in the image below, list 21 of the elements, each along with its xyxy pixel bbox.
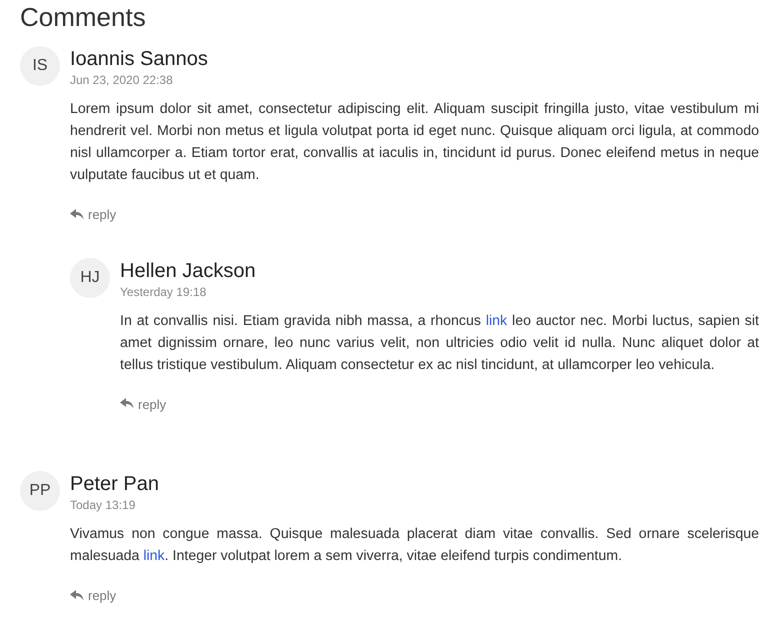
avatar: HJ [70, 258, 110, 298]
comment-date: Jun 23, 2020 22:38 [70, 72, 174, 88]
reply-link[interactable]: reply [120, 396, 166, 412]
reply-link[interactable]: reply [70, 207, 116, 222]
reply-arrow-icon [70, 208, 84, 220]
comment-text: In at convallis nisi. Etiam gravida nibh massa, a rhoncus link leo auctor nec. Morbi luctus, sapien sit amet dignissim ornare, leo nunc varius velit, non ultricies odio velit id nulla. Nunc aliquet dolor at tellus tristique vestibulum. Aliquam consectetur ex ac nisl tincidunt, at ullamcorper leo vehicula. [120, 312, 759, 374]
comment-date: Yesterday 19:18 [120, 284, 208, 300]
avatar: PP [20, 471, 60, 511]
comment-date: Today 13:19 [70, 497, 136, 513]
comment-text: Vivamus non congue massa. Quisque malesuada placerat diam vitae convallis. Sed ornare scelerisque malesuada link. Integer volutpat lorem a sem viverra, vitae eleifend turpis condimentum. [70, 525, 759, 566]
author-name: Ioannis Sannos [70, 47, 209, 72]
reply-arrow-icon [70, 590, 84, 602]
link[interactable]: link [143, 548, 165, 564]
reply-arrow-icon [120, 398, 134, 410]
author-name: Peter Pan [70, 472, 160, 497]
reply-link[interactable]: reply [70, 588, 116, 603]
comment-text: Lorem ipsum dolor sit amet, consectetur adipiscing elit. Aliquam suscipit fringilla justo, vitae vestibulum mi hendrerit vel. Morbi non metus et ligula volutpat porta id eget nunc. Quisque aliquam orci ligula, at commodo nisl ullamcorper a. Etiam tortor erat, convallis at iaculis in, tincidunt id purus. Donec eleifend metus in neque vulputate faucibus ut et quam. [70, 100, 759, 185]
section-title: Comments [20, 2, 147, 32]
link[interactable]: link [486, 312, 508, 328]
avatar: IS [20, 46, 60, 86]
author-name: Hellen Jackson [120, 258, 257, 284]
